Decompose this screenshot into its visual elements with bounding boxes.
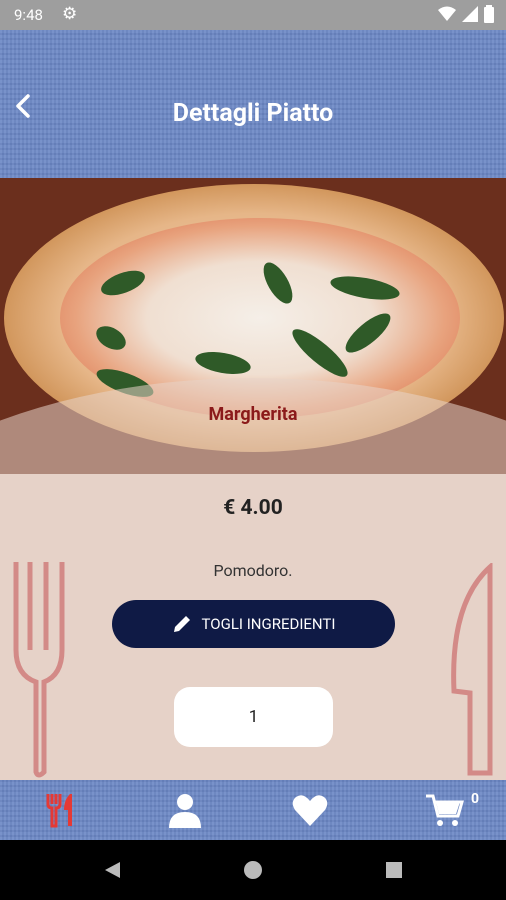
- back-triangle-icon[interactable]: [102, 860, 122, 880]
- favorites-heart-icon[interactable]: [290, 790, 330, 830]
- app-bar: Dettagli Piatto: [0, 30, 506, 178]
- dish-image: Margherita: [0, 178, 506, 474]
- home-circle-icon[interactable]: [243, 860, 263, 880]
- status-time: 9:48: [14, 6, 43, 24]
- dish-price: € 4.00: [223, 496, 283, 520]
- quantity-field[interactable]: 1: [174, 687, 333, 747]
- fork-icon: [13, 562, 65, 778]
- quantity-value: 1: [248, 707, 259, 727]
- page-title: Dettagli Piatto: [172, 99, 334, 128]
- status-icons: [438, 5, 494, 23]
- system-nav-bar: [0, 840, 506, 900]
- battery-icon: [484, 5, 494, 23]
- pencil-icon: [173, 616, 190, 632]
- bottom-nav: 0: [0, 780, 506, 840]
- dish-name: Margherita: [208, 404, 298, 425]
- remove-ingredients-button[interactable]: TOGLI INGREDIENTI: [112, 600, 395, 648]
- signal-icon: [462, 6, 478, 22]
- wifi-icon: [438, 6, 456, 21]
- dish-ingredients: Pomodoro.: [213, 561, 293, 580]
- cart-icon[interactable]: [424, 790, 464, 830]
- restaurant-menu-icon[interactable]: [42, 790, 82, 830]
- settings-gear-icon: ⚙: [62, 4, 78, 24]
- recents-square-icon[interactable]: [384, 860, 404, 880]
- knife-icon: [451, 563, 493, 776]
- cart-count-badge: 0: [471, 791, 480, 807]
- remove-ingredients-label: TOGLI INGREDIENTI: [201, 615, 336, 633]
- status-bar: 9:48 ⚙: [0, 0, 506, 30]
- user-profile-icon[interactable]: [165, 790, 205, 830]
